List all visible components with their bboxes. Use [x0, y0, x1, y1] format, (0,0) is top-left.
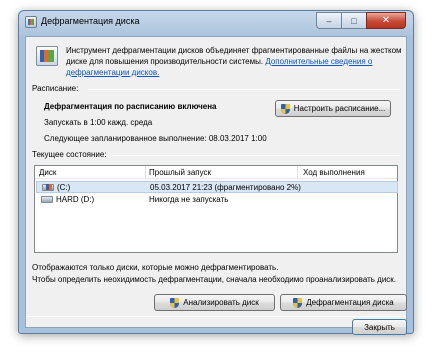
uac-shield-icon — [280, 103, 290, 114]
configure-schedule-label: Настроить расписание... — [293, 104, 386, 113]
configure-schedule-button[interactable]: Настроить расписание... — [275, 100, 391, 117]
disk-last-run: 05.03.2017 21:23 (фрагментировано 2%) — [150, 183, 301, 192]
uac-shield-icon — [170, 297, 180, 308]
column-separator[interactable] — [145, 166, 146, 179]
close-window-button[interactable]: ✕ — [366, 12, 406, 29]
defragment-disk-button[interactable]: Дефрагментация диска — [280, 294, 407, 311]
caption-buttons: – □ ✕ — [316, 12, 406, 29]
disk-row-c[interactable]: (C:) 05.03.2017 21:23 (фрагментировано 2… — [36, 181, 398, 193]
current-state-group-label: Текущее состояние: — [32, 150, 107, 159]
minimize-button[interactable]: – — [316, 12, 341, 29]
disk-name: (C:) — [57, 183, 71, 192]
maximize-button[interactable]: □ — [341, 12, 366, 29]
hard-drive-icon — [41, 196, 53, 203]
system-drive-icon — [42, 184, 54, 191]
column-disk[interactable]: Диск — [39, 168, 56, 177]
note-line-2: Чтобы определить неохидимость дефрагмент… — [32, 275, 397, 284]
schedule-status: Дефрагментация по расписанию включена — [44, 102, 217, 111]
intro-text: Инструмент дефрагментации дисков объедин… — [66, 45, 406, 78]
disk-last-run: Никогда не запускать — [149, 195, 229, 204]
defrag-window: Дефрагментация диска – □ ✕ Инструмент де… — [18, 10, 414, 335]
column-separator[interactable] — [297, 166, 298, 179]
analyze-disk-label: Анализировать диск — [183, 298, 259, 307]
windows-logo-icon — [46, 184, 52, 190]
disk-name: HARD (D:) — [56, 195, 95, 204]
column-progress[interactable]: Ход выполнения — [303, 168, 365, 177]
close-button[interactable]: Закрыть — [352, 319, 407, 335]
disk-list[interactable]: Диск Прошлый запуск Ход выполнения (C:) … — [34, 165, 398, 253]
footer-divider — [26, 316, 406, 317]
defragment-disk-label: Дефрагментация диска — [306, 298, 394, 307]
uac-shield-icon — [293, 297, 303, 308]
defrag-info-icon — [36, 46, 58, 66]
schedule-run-time: Запускать в 1:00 кажд. среда — [44, 118, 153, 127]
disk-list-header: Диск Прошлый запуск Ход выполнения — [35, 166, 397, 179]
dialog-body: Инструмент дефрагментации дисков объедин… — [25, 36, 407, 335]
title-bar[interactable]: Дефрагментация диска – □ ✕ — [19, 11, 413, 35]
schedule-group-label: Расписание: — [32, 84, 79, 93]
schedule-divider — [88, 89, 400, 90]
current-state-divider — [112, 155, 400, 156]
column-last-run[interactable]: Прошлый запуск — [149, 168, 211, 177]
note-line-1: Отображаются только диски, которые можно… — [32, 263, 279, 272]
window-title: Дефрагментация диска — [41, 16, 140, 26]
defrag-app-icon — [25, 16, 37, 28]
disk-row-d[interactable]: HARD (D:) Никогда не запускать — [36, 194, 398, 206]
analyze-disk-button[interactable]: Анализировать диск — [154, 294, 275, 311]
schedule-next-run: Следующее запланированное выполнение: 08… — [44, 134, 267, 143]
